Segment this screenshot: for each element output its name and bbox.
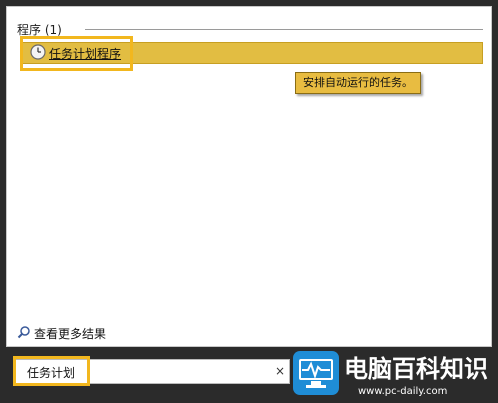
- clock-icon: [30, 44, 46, 60]
- watermark-url: www.pc-daily.com: [358, 386, 448, 397]
- start-menu-panel: 程序 (1) 任务计划程序 安排自动运行的任务。 查看更多结果: [6, 6, 492, 347]
- see-more-results-link[interactable]: 查看更多结果: [17, 325, 106, 342]
- section-divider: [85, 29, 483, 30]
- clear-search-button[interactable]: ×: [275, 363, 285, 379]
- monitor-logo-icon: [292, 350, 340, 396]
- result-item-label[interactable]: 任务计划程序: [49, 45, 121, 62]
- search-icon: [17, 325, 31, 342]
- watermark: 电脑百科知识 www.pc-daily.com: [292, 350, 492, 398]
- watermark-title: 电脑百科知识: [344, 355, 488, 383]
- result-tooltip: 安排自动运行的任务。: [295, 72, 421, 94]
- search-highlight-box: [13, 356, 90, 386]
- see-more-label[interactable]: 查看更多结果: [34, 325, 106, 342]
